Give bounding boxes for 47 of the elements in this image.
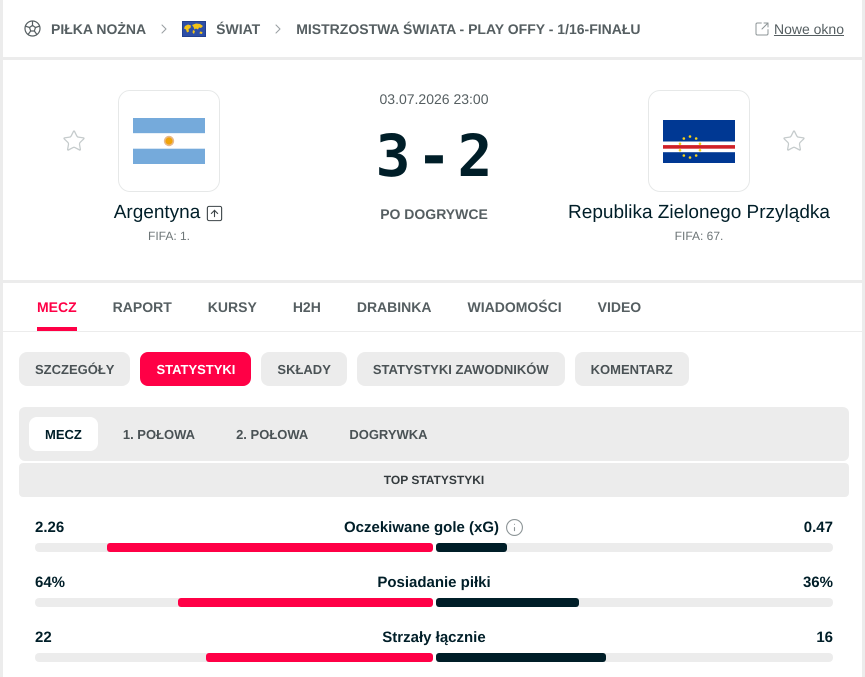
away-stat-value: 0.47 — [804, 518, 833, 536]
cape-verde-flag-icon — [663, 120, 735, 162]
stat-label: Oczekiwane gole (xG) — [344, 518, 500, 536]
external-link-icon — [754, 20, 770, 36]
argentina-flag-icon — [133, 118, 205, 164]
match-tab[interactable]: DRABINKA — [356, 283, 432, 331]
match-tab[interactable]: MECZ — [37, 283, 77, 331]
info-icon[interactable] — [505, 518, 524, 536]
detail-tab[interactable]: KOMENTARZ — [574, 352, 689, 386]
world-map-flag-icon — [182, 20, 206, 36]
detail-tab[interactable]: STATYSTYKI ZAWODNIKÓW — [356, 352, 565, 386]
home-stat-value: 64% — [35, 574, 66, 590]
fifa-rank: FIFA: 67. — [674, 229, 724, 244]
breadcrumb-link[interactable]: PIŁKA NOŻNA — [51, 20, 146, 36]
period-tab[interactable]: 2. POŁOWA — [220, 417, 324, 451]
detail-tab[interactable]: SZCZEGÓŁY — [19, 352, 130, 386]
home-stat-value: 22 — [35, 628, 52, 646]
match-status: PO DOGRYWCE — [380, 205, 488, 224]
match-tab[interactable]: KURSY — [208, 283, 257, 331]
home-score: 3 — [376, 126, 411, 186]
fifa-rank: FIFA: 1. — [148, 229, 190, 244]
away-score: 2 — [457, 126, 492, 186]
stat-label: Posiadanie piłki — [377, 574, 491, 590]
soccer-ball-icon — [24, 20, 41, 37]
section-title: TOP STATYSTYKI — [19, 463, 849, 497]
home-stat-value: 2.26 — [35, 518, 64, 536]
detail-tab[interactable]: SKŁADY — [261, 352, 347, 386]
team-name[interactable]: Argentyna — [114, 202, 200, 224]
period-tab[interactable]: DOGRYWKA — [333, 417, 444, 451]
match-tab[interactable]: WIADOMOŚCI — [468, 283, 562, 331]
match-tab[interactable]: RAPORT — [112, 283, 172, 331]
away-stat-value: 36% — [802, 574, 833, 590]
breadcrumb-link[interactable]: ŚWIAT — [216, 20, 260, 36]
breadcrumb-link[interactable]: MISTRZOSTWA ŚWIATA - PLAY OFFY - 1/16-FINAŁU — [296, 20, 641, 36]
detail-tab[interactable]: STATYSTYKI — [140, 352, 252, 386]
match-tab[interactable]: VIDEO — [598, 283, 642, 331]
stat-label: Strzały łącznie — [382, 628, 486, 646]
away-stat-value: 16 — [816, 628, 833, 646]
team-name[interactable]: Republika Zielonego Przylądka — [568, 202, 830, 224]
star-icon — [62, 129, 86, 153]
match-tab[interactable]: H2H — [292, 283, 321, 331]
period-tab[interactable]: 1. POŁOWA — [106, 417, 212, 451]
period-tab[interactable]: MECZ — [29, 417, 98, 451]
new-window-link[interactable]: Nowe okno — [774, 20, 844, 36]
match-date: 03.07.2026 23:00 — [380, 90, 488, 108]
star-icon — [782, 129, 806, 153]
score-separator: - — [416, 126, 452, 186]
